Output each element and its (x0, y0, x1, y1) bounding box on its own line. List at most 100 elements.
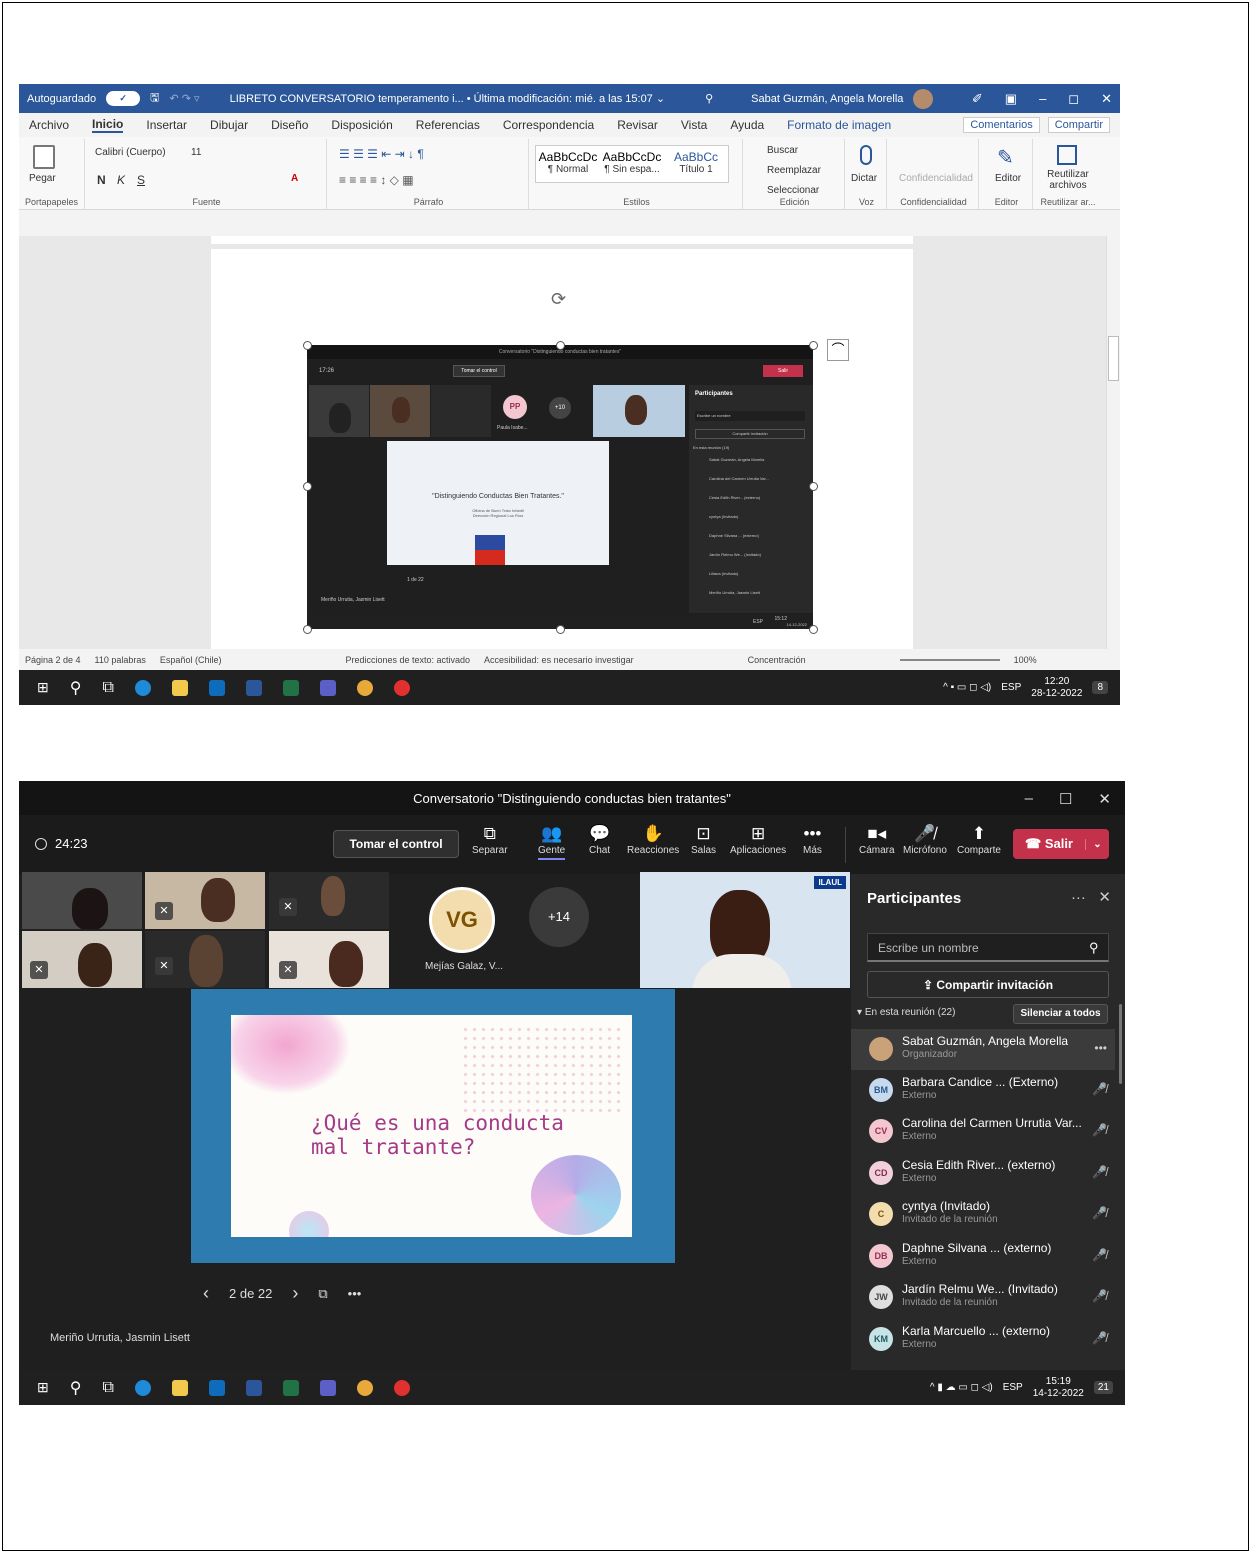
tab-dibujar[interactable]: Dibujar (210, 118, 248, 132)
text-predictions[interactable]: Predicciones de texto: activado (345, 655, 470, 665)
undo-icon[interactable]: ↶ ↷ ▿ (170, 92, 200, 105)
tray-icons[interactable]: ^ ▮ ☁ ▭ ◻ ◁) (930, 1382, 993, 1393)
chat-button[interactable]: 💬 Chat (589, 823, 610, 856)
chrome-icon[interactable] (356, 679, 373, 696)
page-count[interactable]: Página 2 de 4 (25, 655, 81, 665)
in-meeting-section[interactable]: ▾ En esta reunión (22) (857, 1007, 955, 1018)
outlook-icon[interactable] (208, 1379, 225, 1396)
search-icon[interactable]: ⚲ (70, 678, 82, 698)
font-name-select[interactable]: Calibri (Cuerpo) (95, 147, 185, 158)
font-color-icon[interactable]: A (291, 173, 298, 184)
mute-all-button[interactable]: Silenciar a todos (1013, 1004, 1108, 1024)
share-invite-button[interactable]: ⇪ Compartir invitación (867, 971, 1109, 998)
pen-icon[interactable]: ✐ (972, 91, 983, 107)
save-icon[interactable]: 🖫 (150, 89, 159, 108)
user-name[interactable]: Sabat Guzmán, Angela Morella (751, 93, 903, 105)
people-button[interactable]: 👥 Gente (538, 823, 566, 860)
editor-button[interactable]: Editor (995, 173, 1021, 184)
tray-language[interactable]: ESP (1001, 682, 1021, 693)
video-tile[interactable]: ✕ (269, 872, 389, 929)
search-icon[interactable]: ⚲ (70, 1378, 82, 1398)
resize-handle[interactable] (556, 341, 565, 350)
select-button[interactable]: Seleccionar (767, 185, 819, 196)
resize-handle[interactable] (809, 625, 818, 634)
clock[interactable]: 15:19 14-12-2022 (1033, 1376, 1084, 1400)
rooms-button[interactable]: ⊡ Salas (691, 823, 716, 856)
tab-disposicion[interactable]: Disposición (331, 118, 392, 132)
panel-close-icon[interactable]: ··· ✕ (1071, 888, 1111, 906)
font-size-select[interactable]: 11 (191, 147, 201, 158)
style-titulo-1[interactable]: AaBbCc Título 1 (664, 146, 728, 182)
notification-badge[interactable]: 8 (1092, 681, 1108, 694)
tab-formato-imagen[interactable]: Formato de imagen (787, 118, 891, 132)
language[interactable]: Español (Chile) (160, 655, 222, 665)
underline-button[interactable]: S (137, 173, 145, 187)
style-sin-espaciado[interactable]: AaBbCcDc ¶ Sin espa... (600, 146, 664, 182)
participant-row[interactable]: C cyntya (Invitado) Invitado de la reuni… (851, 1194, 1115, 1235)
file-explorer-icon[interactable] (171, 1379, 188, 1396)
autosave-toggle[interactable]: ✓ (106, 91, 141, 106)
video-tile[interactable]: ✕ (22, 931, 142, 988)
tab-vista[interactable]: Vista (681, 118, 707, 132)
confidentiality-button[interactable]: Confidencialidad (899, 173, 973, 184)
panel-scrollbar[interactable] (1119, 1004, 1122, 1084)
tray-icons[interactable]: ^ ▪ ▭ ◻ ◁) (943, 682, 991, 693)
share-button[interactable]: Compartir (1047, 117, 1110, 133)
chrome-icon[interactable] (356, 1379, 373, 1396)
file-explorer-icon[interactable] (171, 679, 188, 696)
italic-button[interactable]: K (117, 173, 125, 187)
more-participants[interactable]: +14 (529, 887, 589, 947)
paste-button[interactable]: Pegar (29, 173, 56, 184)
scroll-thumb[interactable] (1108, 336, 1119, 381)
zoom-level[interactable]: 100% (1014, 655, 1037, 665)
minimize-icon[interactable]: – (1039, 91, 1046, 107)
slides-grid-icon[interactable]: ⧉ (318, 1286, 327, 1302)
tab-referencias[interactable]: Referencias (416, 118, 480, 132)
participant-row[interactable]: JW Jardín Relmu We... (Invitado) Invitad… (851, 1277, 1115, 1318)
task-view-icon[interactable]: ⧉ (102, 679, 113, 697)
avatar[interactable] (913, 88, 934, 109)
restore-icon[interactable]: ◻ (1068, 91, 1079, 107)
notification-badge[interactable]: 21 (1093, 1381, 1113, 1394)
record-icon[interactable] (393, 679, 410, 696)
apps-button[interactable]: ⊞ Aplicaciones (730, 823, 786, 856)
find-button[interactable]: Buscar (767, 145, 798, 156)
close-icon[interactable]: ✕ (1101, 91, 1112, 107)
participant-row[interactable]: CV Carolina del Carmen Urrutia Var... Ex… (851, 1111, 1115, 1152)
chevron-right-icon[interactable]: › (292, 1283, 298, 1304)
word-count[interactable]: 110 palabras (95, 655, 146, 665)
tab-inicio[interactable]: Inicio (92, 117, 124, 133)
paste-icon[interactable] (33, 145, 55, 169)
participant-row[interactable]: KM Karla Marcuello ... (externo) Externo… (851, 1319, 1115, 1360)
clock[interactable]: 12:20 28-12-2022 (1031, 676, 1082, 700)
more-options-icon[interactable]: ••• (348, 1286, 362, 1301)
excel-icon[interactable] (282, 679, 299, 696)
minimize-icon[interactable]: – (1025, 790, 1033, 808)
participant-row[interactable]: BM Barbara Candice ... (Externo) Externo… (851, 1070, 1115, 1111)
more-button[interactable]: ••• Más (803, 823, 822, 856)
embedded-teams-image[interactable]: Conversatorio "Distinguiendo conductas b… (307, 345, 813, 629)
document-title[interactable]: LIBRETO CONVERSATORIO temperamento i... … (230, 92, 666, 105)
microphone-button[interactable]: 🎤̸ Micrófono (903, 823, 947, 856)
tab-correspondencia[interactable]: Correspondencia (503, 118, 594, 132)
search-icon[interactable]: ⚲ (1089, 940, 1099, 956)
reuse-icon[interactable] (1057, 145, 1077, 165)
outlook-icon[interactable] (208, 679, 225, 696)
windows-start-icon[interactable]: ⊞ (37, 679, 49, 696)
resize-handle[interactable] (809, 341, 818, 350)
participant-row[interactable]: DB Daphne Silvana ... (externo) Externo … (851, 1236, 1115, 1277)
ribbon-display-icon[interactable]: ▣ (1005, 91, 1017, 107)
video-tile[interactable] (22, 872, 142, 929)
separate-button[interactable]: ⧉ Separar (472, 823, 508, 856)
tab-archivo[interactable]: Archivo (29, 118, 69, 132)
accessibility[interactable]: Accesibilidad: es necesario investigar (484, 655, 634, 665)
align-icon[interactable]: ≡ ≡ ≡ ≡ ↕ ◇ ▦ (339, 173, 414, 187)
dictate-button[interactable]: Dictar (851, 173, 877, 184)
video-tile[interactable]: ✕ (269, 931, 389, 988)
reuse-button[interactable]: Reutilizar archivos (1043, 169, 1093, 191)
resize-handle[interactable] (303, 341, 312, 350)
teams-icon[interactable] (319, 1379, 336, 1396)
mic-icon[interactable] (860, 145, 872, 165)
word-icon[interactable] (245, 679, 262, 696)
word-icon[interactable] (245, 1379, 262, 1396)
